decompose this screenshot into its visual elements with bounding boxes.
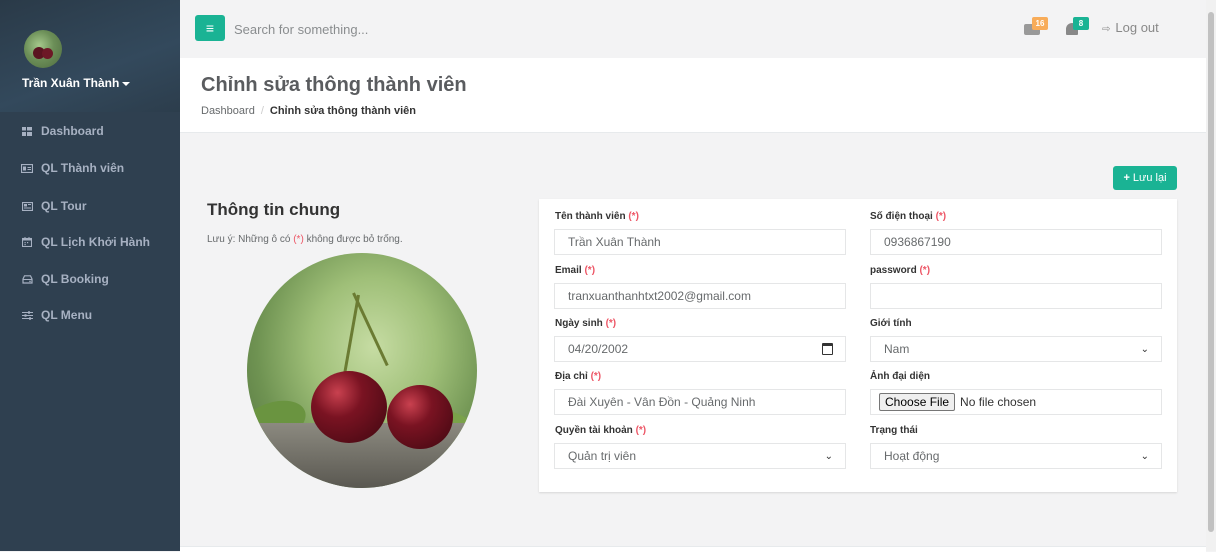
- choose-file-button[interactable]: Choose File: [879, 393, 956, 411]
- sidebar-item-label: QL Thành viên: [41, 161, 125, 175]
- menu-toggle-button[interactable]: ≡: [195, 15, 225, 41]
- messages-badge: 16: [1032, 17, 1048, 30]
- status-label: Trạng thái: [870, 425, 918, 436]
- top-navbar: ≡ 16 8 ⇨ Log out: [180, 0, 1206, 59]
- note-text-end: không được bỏ trống.: [306, 234, 403, 245]
- caret-down-icon: [122, 81, 131, 86]
- page-title: Chỉnh sửa thông thành viên: [201, 74, 467, 96]
- address-label: Địa chỉ (*): [555, 371, 602, 382]
- sidebar-item-label: QL Lịch Khởi Hành: [41, 235, 150, 249]
- avatar-file-input[interactable]: Choose File No file chosen: [870, 389, 1162, 415]
- no-file-text: No file chosen: [960, 395, 1037, 409]
- phone-label: Số điện thoại (*): [870, 211, 947, 222]
- save-button[interactable]: + Lưu lại: [1113, 166, 1177, 190]
- required-note: Lưu ý: Những ô có (*) không được bỏ trốn…: [207, 234, 403, 245]
- status-select[interactable]: Hoạt động ⌄: [870, 443, 1162, 469]
- sidebar-item-schedule[interactable]: QL Lịch Khởi Hành: [0, 224, 180, 260]
- status-value: Hoạt động: [884, 449, 940, 463]
- breadcrumb-home[interactable]: Dashboard: [201, 105, 255, 117]
- gender-label: Giới tính: [870, 318, 912, 329]
- sidebar-item-menu[interactable]: QL Menu: [0, 297, 180, 333]
- sidebar: Trần Xuân Thành Dashboard QL Thành viên …: [0, 0, 180, 551]
- note-text: Lưu ý: Những ô có: [207, 234, 291, 245]
- breadcrumb-current: Chỉnh sửa thông thành viên: [269, 105, 416, 117]
- save-label: Lưu lại: [1132, 172, 1167, 184]
- sidebar-item-label: QL Tour: [41, 199, 87, 213]
- user-menu-toggle[interactable]: Trần Xuân Thành: [22, 76, 131, 90]
- name-field[interactable]: Trần Xuân Thành: [554, 229, 846, 255]
- logout-label: Log out: [1115, 20, 1159, 35]
- hamburger-icon: ≡: [205, 20, 215, 36]
- sidebar-item-tour[interactable]: QL Tour: [0, 188, 180, 224]
- username: Trần Xuân Thành: [22, 76, 120, 90]
- role-select[interactable]: Quản trị viên ⌄: [554, 443, 846, 469]
- notifications-badge: 8: [1073, 17, 1089, 30]
- logout-link[interactable]: ⇨ Log out: [1102, 20, 1159, 35]
- breadcrumb-separator: /: [260, 105, 264, 117]
- search-input[interactable]: [232, 16, 536, 42]
- phone-field[interactable]: 0936867190: [870, 229, 1162, 255]
- grid-icon: [20, 126, 34, 136]
- email-value: tranxuanthanhtxt2002@gmail.com: [568, 289, 751, 303]
- avatar-preview-image: [247, 253, 477, 488]
- footer: [180, 546, 1206, 552]
- phone-value: 0936867190: [884, 235, 951, 249]
- sidebar-item-members[interactable]: QL Thành viên: [0, 150, 180, 186]
- required-marker: (*): [293, 234, 304, 245]
- gender-value: Nam: [884, 342, 910, 356]
- member-form: Tên thành viên (*) Trần Xuân Thành Số đi…: [539, 199, 1177, 492]
- role-value: Quản trị viên: [568, 449, 637, 463]
- password-label: password (*): [870, 265, 931, 276]
- chevron-down-icon: ⌄: [824, 450, 833, 462]
- avatar-upload-label: Ảnh đại diện: [870, 371, 930, 382]
- section-title: Thông tin chung: [207, 200, 341, 219]
- sidebar-item-label: QL Menu: [41, 308, 93, 322]
- address-value: Đài Xuyên - Vân Đồn - Quảng Ninh: [568, 395, 756, 409]
- email-label: Email (*): [555, 265, 596, 276]
- role-label: Quyền tài khoản (*): [555, 425, 647, 436]
- sidebar-item-label: QL Booking: [41, 272, 109, 286]
- profile-header: Trần Xuân Thành: [0, 0, 180, 112]
- page-heading: Chỉnh sửa thông thành viên Dashboard / Chỉ…: [180, 58, 1206, 133]
- dob-field[interactable]: 04/20/2002: [554, 336, 846, 362]
- name-label: Tên thành viên (*): [555, 211, 639, 222]
- name-value: Trần Xuân Thành: [568, 235, 661, 249]
- avatar[interactable]: [24, 30, 62, 68]
- email-field[interactable]: tranxuanthanhtxt2002@gmail.com: [554, 283, 846, 309]
- calendar-picker-icon[interactable]: [822, 343, 833, 355]
- messages-button[interactable]: 16: [1024, 17, 1048, 36]
- hdd-icon: [20, 274, 34, 284]
- sign-out-icon: ⇨: [1102, 24, 1111, 35]
- newspaper-icon: [20, 201, 34, 211]
- password-field[interactable]: [870, 283, 1162, 309]
- plus-icon: +: [1123, 172, 1130, 184]
- breadcrumb: Dashboard / Chỉnh sửa thông thành viên: [201, 105, 416, 117]
- address-field[interactable]: Đài Xuyên - Vân Đồn - Quảng Ninh: [554, 389, 846, 415]
- scrollbar-thumb[interactable]: [1208, 12, 1214, 532]
- chevron-down-icon: ⌄: [1140, 450, 1149, 462]
- chevron-down-icon: ⌄: [1140, 343, 1149, 355]
- sidebar-item-label: Dashboard: [41, 124, 104, 138]
- id-card-icon: [20, 163, 34, 173]
- page-scrollbar[interactable]: [1206, 0, 1216, 551]
- notifications-button[interactable]: 8: [1064, 17, 1089, 36]
- sidebar-item-booking[interactable]: QL Booking: [0, 261, 180, 297]
- sliders-icon: [20, 310, 34, 320]
- gender-select[interactable]: Nam ⌄: [870, 336, 1162, 362]
- calendar-icon: [20, 237, 34, 247]
- dob-value: 04/20/2002: [568, 342, 629, 356]
- sidebar-item-dashboard[interactable]: Dashboard: [0, 113, 180, 149]
- dob-label: Ngày sinh (*): [555, 318, 617, 329]
